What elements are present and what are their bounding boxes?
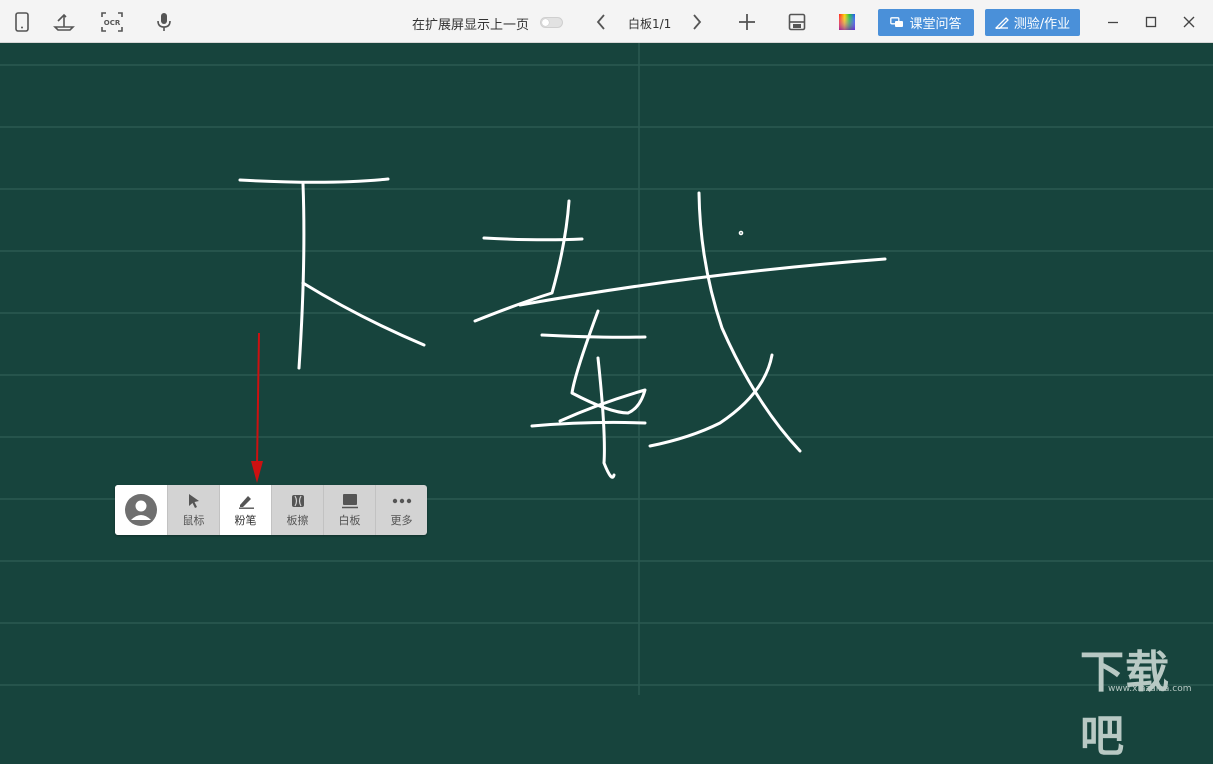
avatar[interactable] — [115, 485, 167, 535]
ocr-icon[interactable]: OCR — [100, 10, 124, 34]
minimize-icon[interactable] — [1102, 11, 1124, 33]
classroom-qa-label: 课堂问答 — [909, 13, 961, 32]
more-icon — [391, 493, 413, 509]
classroom-qa-button[interactable]: 课堂问答 — [878, 9, 974, 36]
tool-whiteboard-label: 白板 — [339, 512, 361, 528]
chevron-right-icon[interactable] — [685, 10, 709, 34]
tool-chalk-label: 粉笔 — [235, 512, 257, 528]
extend-screen-toggle[interactable] — [540, 17, 563, 28]
avatar-icon — [124, 493, 158, 527]
board-drawing — [0, 43, 1213, 695]
close-icon[interactable] — [1178, 11, 1200, 33]
phone-icon[interactable] — [10, 10, 34, 34]
chalk-icon — [237, 493, 255, 509]
whiteboard-icon — [341, 493, 359, 509]
tool-whiteboard[interactable]: 白板 — [323, 485, 375, 535]
cursor-icon — [186, 493, 202, 509]
tool-mouse[interactable]: 鼠标 — [167, 485, 219, 535]
red-arrow — [251, 333, 263, 483]
tool-eraser-label: 板擦 — [287, 512, 309, 528]
eraser-icon — [290, 493, 306, 509]
chalkboard-canvas[interactable] — [0, 43, 1213, 695]
board-grid — [0, 43, 1213, 695]
chevron-left-icon[interactable] — [589, 10, 613, 34]
top-toolbar: OCR 在扩展屏显示上一页 白板1/1 课堂问答 测验/作业 — [0, 0, 1213, 43]
save-icon[interactable] — [785, 10, 809, 34]
tool-more[interactable]: 更多 — [375, 485, 427, 535]
maximize-icon[interactable] — [1140, 11, 1162, 33]
extend-screen-label: 在扩展屏显示上一页 — [412, 14, 529, 33]
chalk-strokes — [240, 179, 885, 477]
board-tools-panel: 鼠标 粉笔 板擦 白板 更多 — [115, 485, 427, 535]
plus-icon[interactable] — [735, 10, 759, 34]
microphone-icon[interactable] — [152, 10, 176, 34]
quiz-homework-button[interactable]: 测验/作业 — [985, 9, 1080, 36]
tool-more-label: 更多 — [391, 512, 413, 528]
pencil-ruler-icon — [995, 17, 1009, 29]
tool-mouse-label: 鼠标 — [183, 512, 205, 528]
watermark-logo: 下载吧 — [1080, 636, 1213, 764]
chat-icon — [890, 17, 904, 29]
tool-chalk[interactable]: 粉笔 — [219, 485, 271, 535]
projector-icon[interactable] — [52, 10, 76, 34]
color-palette-icon[interactable] — [835, 10, 859, 34]
quiz-homework-label: 测验/作业 — [1014, 13, 1070, 32]
toggle-knob — [542, 19, 549, 26]
tool-eraser[interactable]: 板擦 — [271, 485, 323, 535]
svg-text:OCR: OCR — [104, 19, 121, 27]
page-indicator: 白板1/1 — [628, 15, 671, 32]
watermark-url: www.xiazaiba.com — [1108, 684, 1192, 694]
